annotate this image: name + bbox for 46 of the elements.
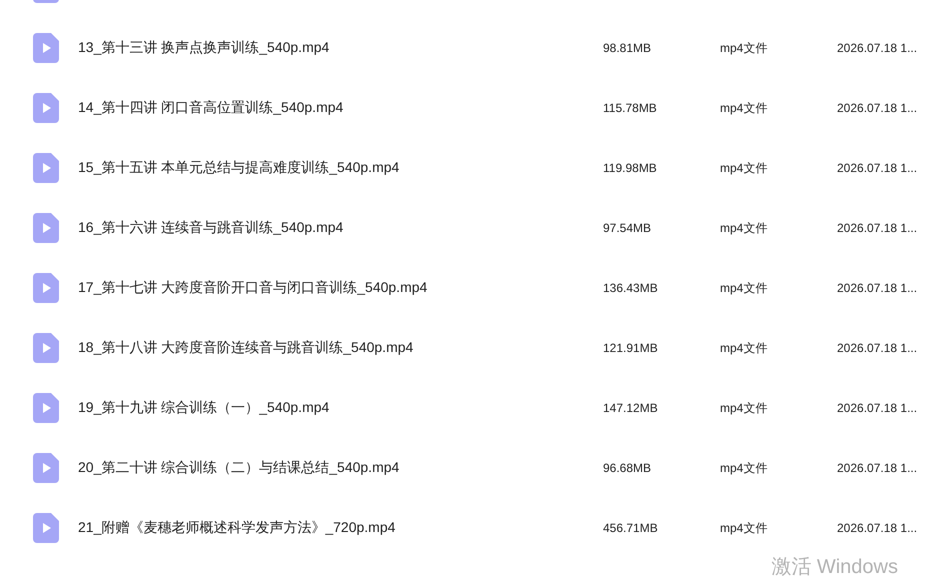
file-name[interactable]: 15_第十五讲 本单元总结与提高难度训练_540p.mp4 [78,159,400,177]
file-size: 98.81MB [603,41,652,55]
file-type: mp4文件 [720,460,768,476]
file-size: 97.54MB [603,221,652,235]
file-size: 115.78MB [603,101,657,115]
file-date: 2026.07.18 1... [837,101,918,115]
video-file-icon [33,273,59,303]
file-name[interactable]: 16_第十六讲 连续音与跳音训练_540p.mp4 [78,219,344,237]
file-size: 147.12MB [603,401,658,415]
video-file-icon [33,513,59,543]
file-size: 136.43MB [603,281,658,295]
file-type: mp4文件 [720,400,768,416]
video-file-icon [33,393,59,423]
video-file-icon [33,453,59,483]
file-name[interactable]: 18_第十八讲 大跨度音阶连续音与跳音训练_540p.mp4 [78,339,414,357]
file-type: mp4文件 [720,220,768,236]
activation-watermark: 激活 Windows [771,555,898,580]
file-type: mp4文件 [720,340,768,356]
file-date: 2026.07.18 1... [837,461,918,475]
file-type: mp4文件 [720,280,768,296]
file-name[interactable]: 14_第十四讲 闭口音高位置训练_540p.mp4 [78,99,344,117]
file-type: mp4文件 [720,520,768,536]
file-type: mp4文件 [720,160,768,176]
file-name[interactable]: 13_第十三讲 换声点换声训练_540p.mp4 [78,39,330,57]
file-date: 2026.07.18 1... [837,341,918,355]
file-name[interactable]: 19_第十九讲 综合训练（一）_540p.mp4 [78,399,330,417]
video-file-icon [33,333,59,363]
file-date: 2026.07.18 1... [837,281,918,295]
file-date: 2026.07.18 1... [837,41,918,55]
file-name[interactable]: 21_附赠《麦穗老师概述科学发声方法》_720p.mp4 [78,519,396,537]
file-size: 121.91MB [603,341,658,355]
file-date: 2026.07.18 1... [837,221,918,235]
file-name[interactable]: 17_第十七讲 大跨度音阶开口音与闭口音训练_540p.mp4 [78,279,428,297]
video-file-icon [33,213,59,243]
file-size: 96.68MB [603,461,652,475]
file-date: 2026.07.18 1... [837,521,918,535]
file-type: mp4文件 [720,100,768,116]
video-file-icon [33,153,59,183]
file-type: mp4文件 [720,40,768,56]
file-size: 456.71MB [603,521,658,535]
file-date: 2026.07.18 1... [837,401,918,415]
file-name[interactable]: 20_第二十讲 综合训练（二）与结课总结_540p.mp4 [78,459,400,477]
file-date: 2026.07.18 1... [837,161,918,175]
video-file-icon [33,33,59,63]
file-size: 119.98MB [603,161,657,175]
video-file-icon [33,93,59,123]
